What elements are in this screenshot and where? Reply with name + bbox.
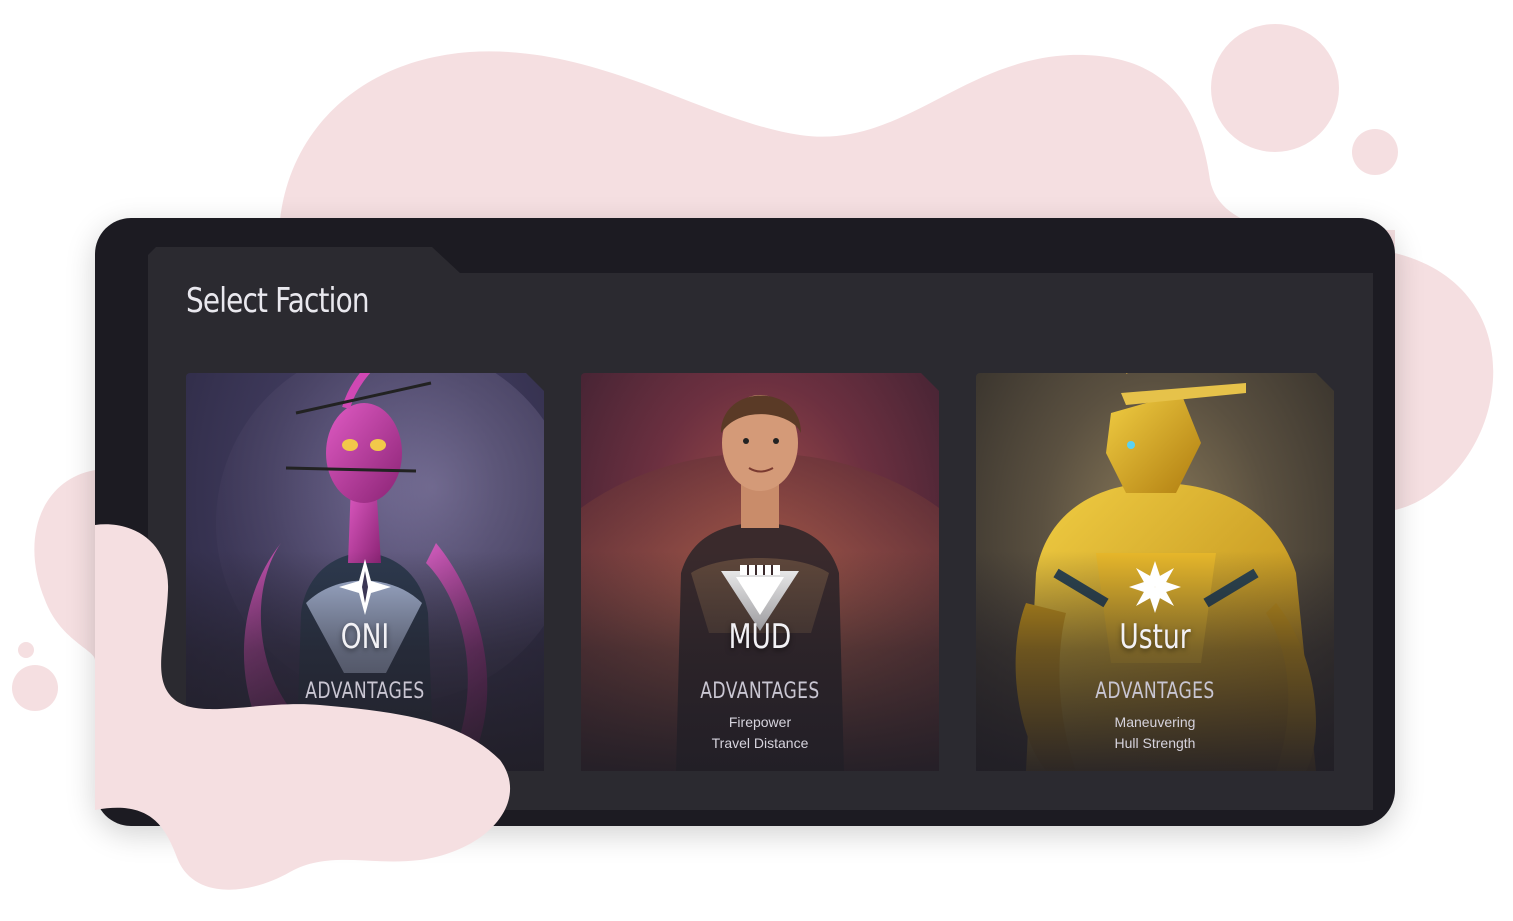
page-canvas: Select Faction ONI ADVANTAGES MUD ADVANT… <box>0 0 1513 921</box>
foreground-blob-decoration <box>95 524 511 890</box>
